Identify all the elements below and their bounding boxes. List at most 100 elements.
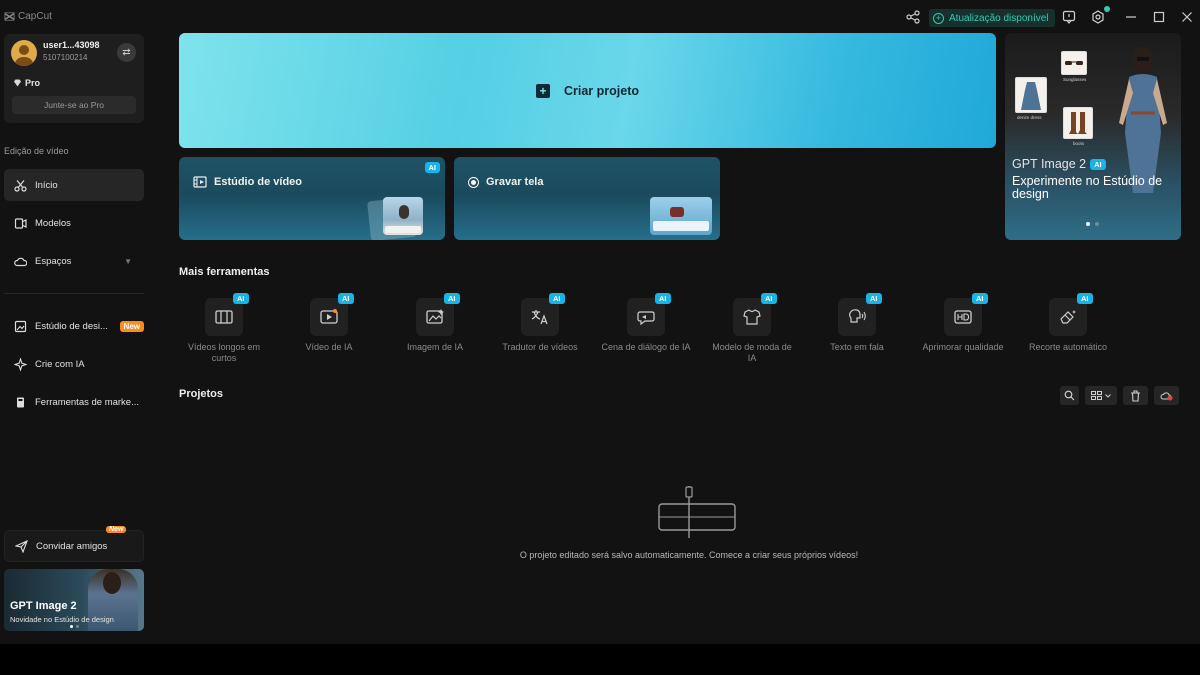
- tool-label: Texto em fala: [830, 342, 884, 352]
- promo-carousel-dots[interactable]: [70, 625, 79, 628]
- gpt-card-title-row: GPT Image 2 AI: [1012, 157, 1106, 171]
- video-studio-label: Estúdio de vídeo: [214, 176, 303, 188]
- ai-badge: AI: [1090, 158, 1106, 170]
- update-label: Atualização disponível: [949, 12, 1049, 24]
- sidebar-item-label: Crie com IA: [35, 358, 85, 370]
- ai-badge: AI: [444, 293, 460, 304]
- sidebar-item-create-with-ai[interactable]: Crie com IA: [4, 348, 144, 380]
- capcut-window: CapCut + Atualização disponível user1...…: [0, 0, 1200, 644]
- sidebar-item-label: Estúdio de desi...: [35, 320, 108, 332]
- record-thumb-bar: [653, 221, 709, 231]
- sidebar-item-label: Início: [35, 179, 58, 191]
- video-thumb-bar: [385, 226, 421, 233]
- bottom-black-bar: [0, 644, 1200, 675]
- search-icon[interactable]: [1060, 386, 1079, 405]
- chip-label: Sunglasses: [1063, 77, 1087, 82]
- video-thumb-person: [399, 205, 409, 219]
- ai-badge: AI: [549, 293, 565, 304]
- sidebar-divider: [4, 293, 144, 294]
- ai-badge: AI: [424, 162, 440, 173]
- notification-dot: [1104, 6, 1110, 12]
- gpt-image-carousel-card[interactable]: Sunglasses denim dress boots GPT Image 2…: [1005, 33, 1181, 240]
- boots-chip: [1063, 107, 1093, 139]
- new-badge: New: [119, 320, 144, 332]
- sunglasses-chip: [1061, 51, 1087, 75]
- chip-label: boots: [1073, 141, 1085, 146]
- cloud-icon: [14, 257, 27, 266]
- tool-label: Imagem de IA: [406, 342, 464, 352]
- sidebar-item-marketing-tools[interactable]: Ferramentas de marke...: [4, 386, 144, 418]
- profile-card: user1...43098 5107100214 ⇄ Pro Junte-se …: [4, 34, 144, 123]
- plan-name: Pro: [25, 78, 41, 88]
- maximize-icon[interactable]: [1152, 10, 1166, 24]
- sidebar-item-design-studio[interactable]: Estúdio de desi... New: [4, 310, 144, 342]
- close-icon[interactable]: [1180, 10, 1194, 24]
- tool-label: Vídeo de IA: [305, 342, 353, 352]
- empty-projects-message: O projeto editado será salvo automaticam…: [519, 550, 859, 560]
- ai-badge: AI: [655, 293, 671, 304]
- marketing-icon: [17, 397, 24, 407]
- cloud-sync-icon[interactable]: [1154, 386, 1179, 405]
- chevron-down-icon: [1105, 393, 1111, 398]
- view-toggle-button[interactable]: [1085, 386, 1117, 405]
- update-icon: +: [933, 12, 944, 24]
- tool-label: Modelo de moda de IA: [712, 342, 792, 363]
- sidebar-item-home[interactable]: Início: [4, 169, 144, 201]
- sidebar-item-label: Ferramentas de marke...: [35, 396, 140, 408]
- sparkle-icon: [14, 357, 27, 371]
- promo-person-head: [103, 572, 121, 594]
- record-thumb-figure: [670, 207, 684, 217]
- record-icon: [468, 176, 479, 188]
- ai-badge: AI: [1077, 293, 1093, 304]
- app-brand: CapCut: [4, 11, 52, 22]
- dress-icon: [1021, 82, 1041, 110]
- share-icon[interactable]: [906, 10, 920, 24]
- join-pro-button[interactable]: Junte-se ao Pro: [12, 96, 136, 114]
- sidebar-item-spaces[interactable]: Espaços ▼: [4, 245, 144, 277]
- tool-label: Tradutor de vídeos: [502, 342, 578, 352]
- projects-title: Projetos: [179, 388, 224, 400]
- scissors-icon: [14, 179, 27, 192]
- sidebar-item-templates[interactable]: Modelos: [4, 207, 144, 239]
- gpt-card-subtitle: Experimente no Estúdio de design: [1012, 174, 1163, 201]
- carousel-dots[interactable]: [1086, 222, 1099, 226]
- promo-title: GPT Image 2: [10, 600, 77, 612]
- avatar[interactable]: [11, 40, 37, 66]
- tool-label: Cena de diálogo de IA: [601, 342, 691, 352]
- tool-label: Vídeos longos em curtos: [187, 342, 261, 363]
- create-project-button[interactable]: + Criar projeto: [179, 33, 996, 148]
- template-icon: [14, 217, 27, 229]
- record-screen-card[interactable]: Gravar tela: [454, 157, 720, 240]
- feedback-icon[interactable]: [1062, 10, 1076, 24]
- diamond-icon: [14, 79, 21, 87]
- chevron-down-icon[interactable]: ▼: [124, 257, 132, 266]
- user-id: 5107100214: [43, 53, 88, 62]
- invite-friends-button[interactable]: Convidar amigos New: [4, 526, 144, 562]
- settings-icon[interactable]: [1091, 10, 1105, 24]
- grid-icon: [1091, 391, 1102, 400]
- chip-label: denim dress: [1017, 115, 1042, 120]
- invite-label: Convidar amigos: [36, 540, 108, 552]
- ai-badge: AI: [338, 293, 354, 304]
- username: user1...43098: [43, 40, 100, 50]
- gpt-image-promo-banner[interactable]: GPT Image 2 Novidade no Estúdio de desig…: [4, 569, 144, 631]
- trash-icon[interactable]: [1123, 386, 1148, 405]
- boots-icon: [1069, 112, 1087, 134]
- update-available-button[interactable]: + Atualização disponível: [929, 9, 1055, 27]
- minimize-icon[interactable]: [1124, 10, 1138, 24]
- plus-icon: +: [535, 83, 550, 98]
- video-studio-card[interactable]: Estúdio de vídeo AI: [179, 157, 445, 240]
- tool-label: Recorte automático: [1028, 342, 1108, 352]
- promo-subtitle: Novidade no Estúdio de design: [10, 615, 114, 624]
- new-tag: New: [106, 526, 127, 533]
- gpt-card-title: GPT Image 2: [1012, 157, 1087, 171]
- ai-badge: AI: [761, 293, 777, 304]
- sunglasses-icon: [1065, 61, 1083, 65]
- image-edit-icon: [14, 320, 27, 332]
- pro-label: Pro: [13, 78, 40, 88]
- projects-toolbar: [1060, 386, 1179, 405]
- empty-projects-illustration-icon: [658, 486, 736, 538]
- switch-account-icon[interactable]: ⇄: [117, 43, 136, 62]
- tool-label: Aprimorar qualidade: [922, 342, 1004, 352]
- ai-badge: AI: [233, 293, 249, 304]
